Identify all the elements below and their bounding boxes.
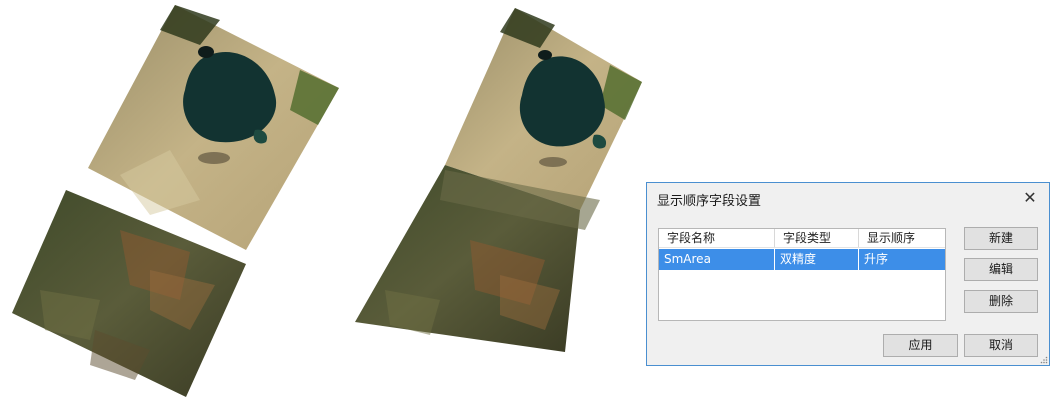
left-upper-image-tile	[88, 5, 339, 250]
middle-lower-image-tile	[355, 165, 600, 352]
dialog-title: 显示顺序字段设置	[657, 194, 762, 209]
field-table: 字段名称 字段类型 显示顺序 SmArea 双精度 升序	[658, 228, 946, 321]
column-header-display-order[interactable]: 显示顺序	[859, 229, 945, 247]
cancel-button[interactable]: 取消	[964, 334, 1038, 357]
column-header-field-name[interactable]: 字段名称	[659, 229, 775, 247]
new-button[interactable]: 新建	[964, 227, 1038, 250]
column-header-field-type[interactable]: 字段类型	[775, 229, 859, 247]
table-row[interactable]: SmArea 双精度 升序	[659, 249, 945, 270]
resize-grip-icon[interactable]	[1040, 356, 1048, 364]
cell-display-order: 升序	[864, 252, 889, 266]
close-icon[interactable]: ✕	[1021, 189, 1039, 207]
edit-button[interactable]: 编辑	[964, 258, 1038, 281]
delete-button[interactable]: 删除	[964, 290, 1038, 313]
table-header: 字段名称 字段类型 显示顺序	[659, 229, 945, 248]
display-order-dialog: 显示顺序字段设置 ✕ 字段名称 字段类型 显示顺序 SmArea 双精度 升序 …	[646, 182, 1050, 366]
apply-button[interactable]: 应用	[883, 334, 958, 357]
cell-field-name: SmArea	[659, 249, 775, 270]
cell-field-type: 双精度	[775, 249, 859, 270]
